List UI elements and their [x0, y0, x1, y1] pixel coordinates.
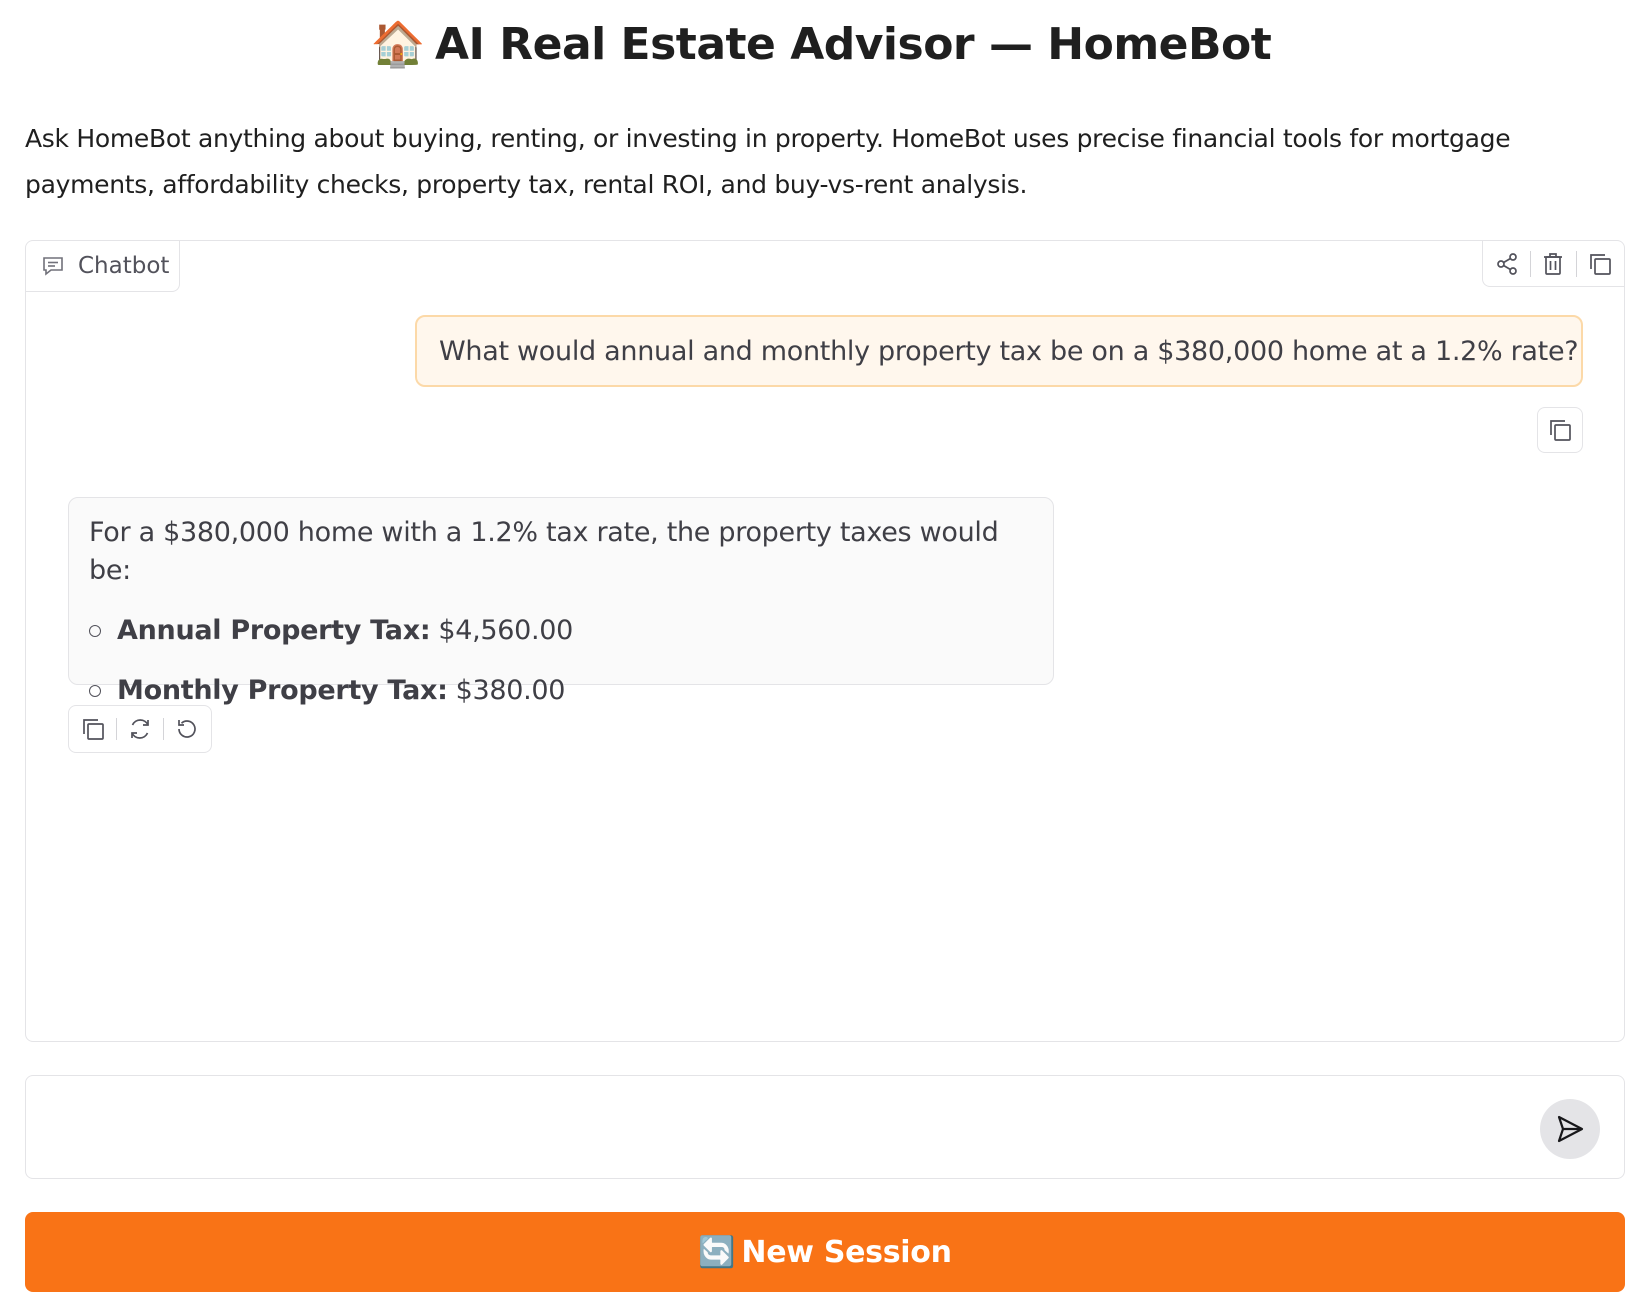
page-title: 🏠 AI Real Estate Advisor — HomeBot	[0, 18, 1642, 70]
list-item-label: Annual Property Tax:	[117, 615, 431, 646]
list-item-value: $380.00	[455, 675, 566, 706]
assistant-message-actions	[68, 705, 212, 753]
send-button[interactable]	[1540, 1099, 1600, 1159]
assistant-message: For a $380,000 home with a 1.2% tax rate…	[68, 497, 1054, 706]
toolbar-divider	[163, 718, 164, 740]
toolbar-divider	[1576, 250, 1578, 277]
user-message-text: What would annual and monthly property t…	[439, 335, 1579, 367]
chatbot-label: Chatbot	[26, 241, 180, 292]
trash-icon[interactable]	[1536, 247, 1570, 281]
bullet-icon	[89, 685, 101, 697]
assistant-message-intro: For a $380,000 home with a 1.2% tax rate…	[89, 517, 999, 586]
share-icon[interactable]	[1490, 247, 1524, 281]
house-icon: 🏠	[370, 19, 426, 70]
message-input-box	[25, 1075, 1625, 1179]
chatbot-label-text: Chatbot	[78, 253, 170, 279]
message-input[interactable]	[44, 1094, 1524, 1162]
undo-icon[interactable]	[170, 712, 204, 746]
page-description: Ask HomeBot anything about buying, renti…	[25, 124, 1511, 199]
copy-icon[interactable]	[76, 712, 110, 746]
chat-bubble-icon	[43, 257, 63, 276]
toolbar-divider	[1529, 250, 1531, 277]
list-item-value: $4,560.00	[438, 615, 574, 646]
copy-icon[interactable]	[1583, 247, 1617, 281]
list-item: Annual Property Tax: $4,560.00	[89, 612, 1033, 650]
copy-message-button[interactable]	[1537, 407, 1583, 453]
new-session-label: New Session	[741, 1234, 952, 1270]
chatbot-panel: Chatbot What would annual and monthly pr…	[25, 240, 1625, 1042]
list-item: Monthly Property Tax: $380.00	[89, 672, 1033, 710]
chatbot-toolbar	[1482, 241, 1624, 287]
send-icon	[1557, 1115, 1584, 1143]
bullet-icon	[89, 625, 101, 637]
page-title-text: AI Real Estate Advisor — HomeBot	[434, 19, 1272, 70]
user-message: What would annual and monthly property t…	[415, 315, 1583, 387]
new-session-button[interactable]: 🔄 New Session	[25, 1212, 1625, 1292]
refresh-icon: 🔄	[698, 1234, 736, 1270]
copy-icon	[1550, 420, 1571, 441]
toolbar-divider	[116, 718, 117, 740]
retry-icon[interactable]	[123, 712, 157, 746]
